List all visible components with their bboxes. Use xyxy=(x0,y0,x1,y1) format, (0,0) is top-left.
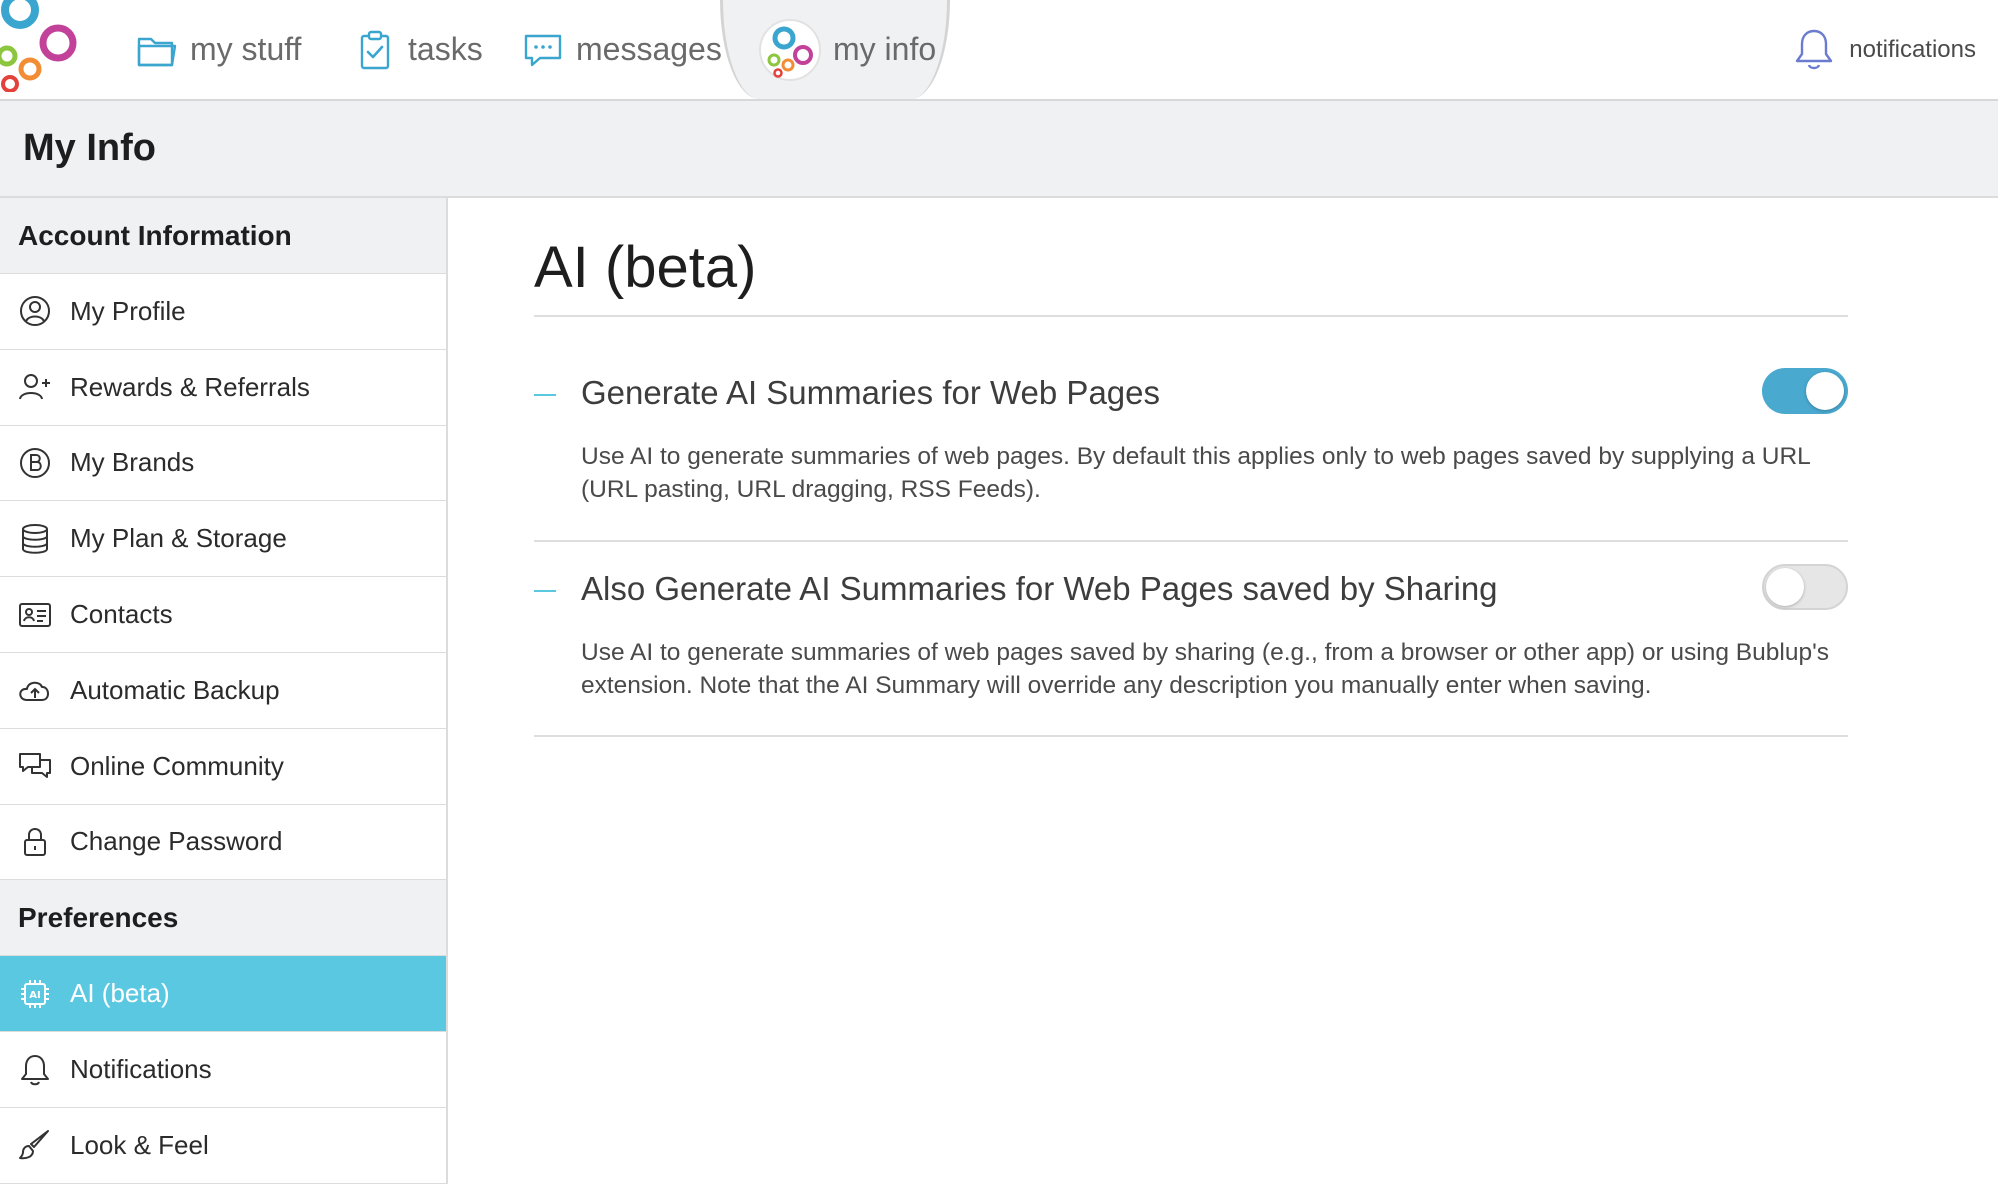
folder-icon xyxy=(136,29,178,71)
title-divider xyxy=(534,315,1848,317)
sidebar-item-label: Change Password xyxy=(70,826,283,857)
contact-card-icon xyxy=(18,598,52,632)
section-title: AI (beta) xyxy=(534,235,757,300)
sidebar-item-label: My Profile xyxy=(70,295,186,326)
lock-icon xyxy=(18,825,52,859)
tab-tasks[interactable]: tasks xyxy=(354,0,483,99)
toggle-generate-ai-summaries[interactable] xyxy=(1762,368,1848,414)
sidebar-item-label: Rewards & Referrals xyxy=(70,371,310,402)
ai-chip-icon: AI xyxy=(18,977,52,1011)
setting-description: Use AI to generate summaries of web page… xyxy=(581,639,1830,699)
tab-tasks-label: tasks xyxy=(408,31,483,67)
notifications-button[interactable]: notifications xyxy=(1793,0,1976,99)
sidebar-item-my-profile[interactable]: My Profile xyxy=(0,274,446,350)
tab-my-stuff[interactable]: my stuff xyxy=(136,0,301,99)
setting-divider xyxy=(534,735,1848,737)
sidebar-item-look-feel[interactable]: Look & Feel xyxy=(0,1108,446,1184)
sidebar-item-label: Notifications xyxy=(70,1054,212,1085)
svg-text:AI: AI xyxy=(29,990,40,1001)
page-title: My Info xyxy=(23,127,156,169)
bell-icon xyxy=(18,1053,52,1087)
user-plus-icon xyxy=(18,370,52,404)
setting-description: Use AI to generate summaries of web page… xyxy=(581,443,1810,503)
setting-divider xyxy=(534,540,1848,542)
ai-settings-panel: AI (beta) Generate AI Summaries for Web … xyxy=(450,198,1998,1184)
sidebar-item-label: AI (beta) xyxy=(70,978,170,1009)
sidebar-item-label: Online Community xyxy=(70,750,284,781)
paintbrush-icon xyxy=(18,1128,52,1162)
sidebar-item-automatic-backup[interactable]: Automatic Backup xyxy=(0,653,446,729)
notifications-label: notifications xyxy=(1849,35,1976,63)
tab-my-info-label: my info xyxy=(833,31,937,67)
setting-bullet xyxy=(534,590,556,592)
clipboard-check-icon xyxy=(354,29,396,71)
toggle-knob xyxy=(1766,568,1804,606)
toggle-knob xyxy=(1806,372,1844,410)
sidebar-item-label: Look & Feel xyxy=(70,1129,209,1160)
settings-sidebar: Account Information My Profile Rewards &… xyxy=(0,198,448,1184)
user-circle-icon xyxy=(18,294,52,328)
cloud-upload-icon xyxy=(18,673,52,707)
top-navigation-bar: my stuff tasks messages my info notifica… xyxy=(0,0,1998,101)
bell-icon xyxy=(1793,27,1835,73)
sidebar-item-my-brands[interactable]: My Brands xyxy=(0,426,446,502)
sidebar-item-change-password[interactable]: Change Password xyxy=(0,805,446,881)
database-icon xyxy=(18,522,52,556)
tab-my-info[interactable]: my info xyxy=(720,0,950,99)
chat-bubbles-icon xyxy=(18,749,52,783)
sidebar-item-rewards-referrals[interactable]: Rewards & Referrals xyxy=(0,350,446,426)
tab-my-stuff-label: my stuff xyxy=(190,31,302,67)
setting-bullet xyxy=(534,394,556,396)
brand-b-icon xyxy=(18,446,52,480)
setting-label: Generate AI Summaries for Web Pages xyxy=(581,374,1160,411)
sidebar-item-label: My Plan & Storage xyxy=(70,523,287,554)
sidebar-item-contacts[interactable]: Contacts xyxy=(0,577,446,653)
sidebar-item-my-plan-storage[interactable]: My Plan & Storage xyxy=(0,501,446,578)
page-header: My Info xyxy=(0,101,1998,198)
avatar-icon xyxy=(759,18,821,81)
bublup-logo[interactable] xyxy=(0,0,80,93)
toggle-ai-summaries-sharing[interactable] xyxy=(1762,564,1848,610)
setting-label: Also Generate AI Summaries for Web Pages… xyxy=(581,570,1498,607)
sidebar-item-label: Automatic Backup xyxy=(70,674,280,705)
sidebar-item-label: My Brands xyxy=(70,447,195,478)
sidebar-item-notifications[interactable]: Notifications xyxy=(0,1032,446,1108)
sidebar-section-preferences: Preferences xyxy=(0,880,446,957)
sidebar-item-label: Contacts xyxy=(70,599,173,630)
sidebar-item-ai-beta[interactable]: AI AI (beta) xyxy=(0,956,446,1033)
tab-messages-label: messages xyxy=(576,31,722,67)
sidebar-section-account-information: Account Information xyxy=(0,198,446,274)
sidebar-item-online-community[interactable]: Online Community xyxy=(0,729,446,805)
tab-messages[interactable]: messages xyxy=(522,0,722,99)
chat-bubble-icon xyxy=(522,29,564,71)
